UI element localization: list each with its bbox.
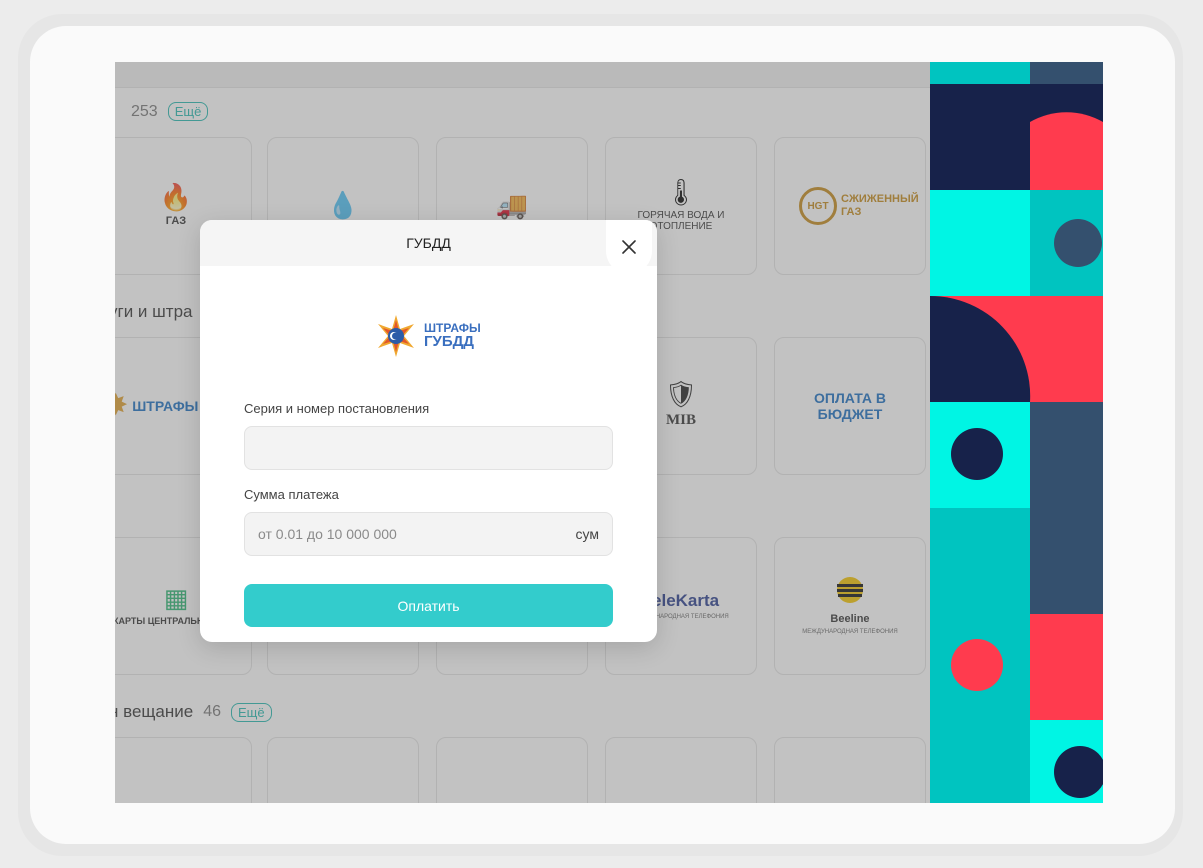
star-emblem-icon xyxy=(378,315,414,357)
resolution-number-input[interactable] xyxy=(258,440,599,456)
amount-label: Сумма платежа xyxy=(244,487,339,502)
pay-button[interactable]: Оплатить xyxy=(244,584,613,627)
logo-line2: ГУБДД xyxy=(424,333,474,351)
modal-title: ГУБДД xyxy=(406,235,451,251)
decorative-pattern xyxy=(930,62,1103,803)
resolution-number-field[interactable] xyxy=(244,426,613,470)
geometric-pattern-graphic xyxy=(930,62,1103,803)
resolution-number-label: Серия и номер постановления xyxy=(244,401,430,416)
payment-modal: ГУБДД ШТРАФЫ ГУБДД Серия и номер постано… xyxy=(200,220,657,642)
modal-header: ГУБДД xyxy=(200,220,657,274)
amount-field[interactable]: сум xyxy=(244,512,613,556)
gubdd-logo: ШТРАФЫ ГУБДД xyxy=(374,314,481,358)
currency-suffix: сум xyxy=(575,526,599,542)
amount-input[interactable] xyxy=(258,526,568,542)
close-icon xyxy=(622,240,636,254)
close-button[interactable] xyxy=(606,220,652,274)
